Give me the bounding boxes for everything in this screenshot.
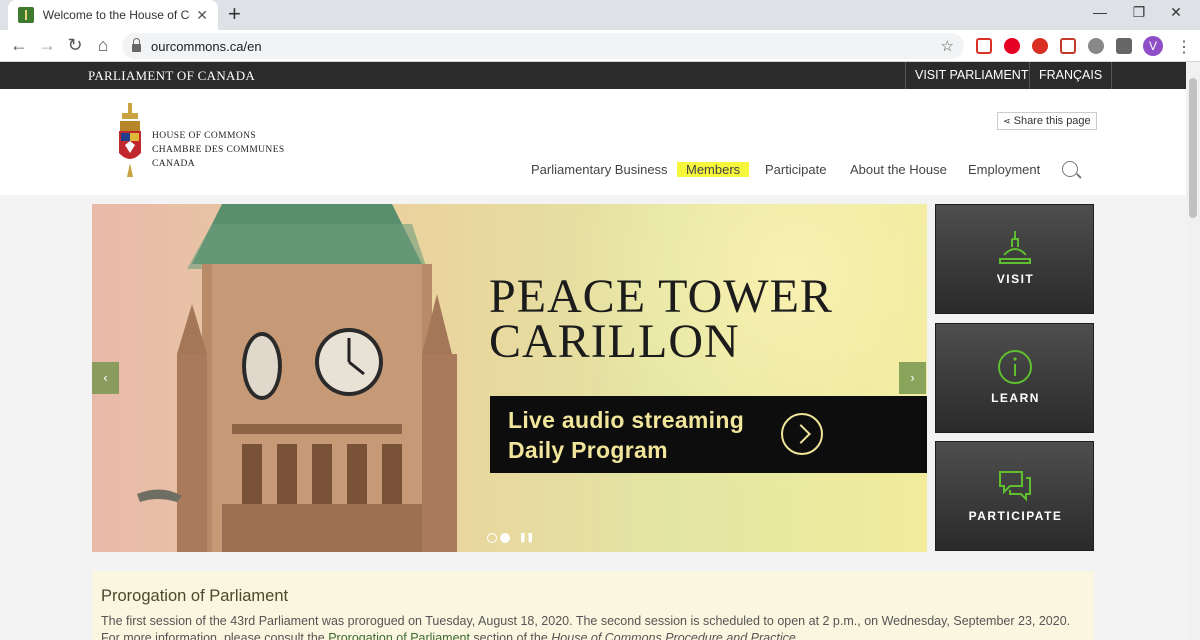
lock-icon[interactable] <box>132 38 141 52</box>
logo-line-canada: CANADA <box>152 159 196 169</box>
bookmark-star-icon[interactable]: ☆ <box>941 37 954 55</box>
minimize-button[interactable]: — <box>1085 4 1115 20</box>
hero-title-line1: PEACE TOWER <box>489 270 833 323</box>
tile-learn[interactable]: LEARN <box>935 323 1094 433</box>
carousel-next-button[interactable]: › <box>899 362 926 394</box>
home-icon[interactable]: ⌂ <box>92 35 114 55</box>
nav-about-the-house[interactable]: About the House <box>850 162 947 177</box>
menu-dots-icon[interactable]: ⋮ <box>1176 37 1192 57</box>
share-label: Share this page <box>1013 115 1091 127</box>
address-bar[interactable]: ourcommons.ca/en ☆ <box>122 33 964 59</box>
chat-bubbles-icon <box>999 471 1031 502</box>
logo-line-french: CHAMBRE DES COMMUNES <box>152 145 285 155</box>
carousel-prev-button[interactable]: ‹ <box>92 362 119 394</box>
carousel-dot-active[interactable] <box>500 532 510 543</box>
logo-line-english: HOUSE OF COMMONS <box>152 131 257 141</box>
visit-parliament-link[interactable]: VISIT PARLIAMENT <box>905 62 1037 89</box>
pinterest-extension-icon[interactable] <box>1004 38 1020 54</box>
search-icon[interactable] <box>1062 161 1078 177</box>
live-audio-line2: Daily Program <box>508 437 668 463</box>
pause-icon[interactable]: ❚❚ <box>519 532 534 543</box>
restore-button[interactable]: ❐ <box>1124 4 1154 21</box>
tile-visit-label: VISIT <box>996 272 1035 286</box>
site-favicon-icon <box>18 7 34 23</box>
browser-tab[interactable]: Welcome to the House of Comm ✕ <box>8 0 218 30</box>
close-window-button[interactable]: ✕ <box>1161 4 1191 21</box>
notice-text-2: section of the <box>469 631 552 640</box>
tile-visit[interactable]: VISIT <box>935 204 1094 314</box>
prorogation-notice: Prorogation of Parliament The first sess… <box>92 571 1094 640</box>
notice-text-3: . <box>795 631 800 640</box>
hero-title-line2: CARILLON <box>489 315 740 368</box>
url-text[interactable]: ourcommons.ca/en <box>151 39 262 54</box>
tile-participate[interactable]: PARTICIPATE <box>935 441 1094 551</box>
browser-tabbar: Welcome to the House of Comm ✕ + — ❐ ✕ <box>0 0 1200 30</box>
new-tab-button[interactable]: + <box>228 3 241 25</box>
browser-toolbar: ← → ↻ ⌂ ourcommons.ca/en ☆ V ⋮ <box>0 30 1200 62</box>
page-scrollbar[interactable] <box>1186 62 1200 640</box>
live-audio-line1: Live audio streaming <box>508 407 745 433</box>
scrollbar-thumb[interactable] <box>1189 78 1197 218</box>
francais-link[interactable]: FRANÇAIS <box>1029 62 1113 89</box>
hero-title: PEACE TOWER CARILLON <box>489 270 833 368</box>
tile-learn-label: LEARN <box>991 391 1040 405</box>
site-topbar: PARLIAMENT OF CANADA VISIT PARLIAMENT FR… <box>0 62 1186 89</box>
peace-tower-image <box>137 204 457 552</box>
back-icon[interactable]: ← <box>8 35 30 55</box>
profile-avatar[interactable]: V <box>1143 36 1163 56</box>
nav-members[interactable]: Members <box>677 162 750 177</box>
adblock-extension-icon[interactable] <box>1032 38 1048 54</box>
chevron-right-circle-icon[interactable] <box>781 413 823 455</box>
nav-employment[interactable]: Employment <box>968 162 1040 177</box>
nav-parliamentary-business[interactable]: Parliamentary Business <box>531 162 668 177</box>
live-audio-banner[interactable]: Live audio streaming Daily Program <box>490 396 927 473</box>
carousel-indicators: ❚❚ <box>487 532 534 543</box>
house-of-commons-logo-text[interactable]: HOUSE OF COMMONS CHAMBRE DES COMMUNES CA… <box>152 129 285 171</box>
nav-participate[interactable]: Participate <box>765 162 826 177</box>
share-icon: ⋖ <box>1003 116 1011 126</box>
tab-title: Welcome to the House of Comm <box>42 8 191 22</box>
parliament-of-canada-label[interactable]: PARLIAMENT OF CANADA <box>88 68 255 84</box>
hero-carousel[interactable]: PEACE TOWER CARILLON Live audio streamin… <box>92 204 927 552</box>
notice-title: Prorogation of Parliament <box>101 587 289 605</box>
puzzle-extensions-icon[interactable] <box>1116 38 1132 54</box>
notice-body: The first session of the 43rd Parliament… <box>101 613 1086 640</box>
carousel-dot[interactable] <box>487 532 497 543</box>
tile-participate-label: PARTICIPATE <box>968 509 1063 523</box>
site-header: HOUSE OF COMMONS CHAMBRE DES COMMUNES CA… <box>0 89 1186 195</box>
share-page-button[interactable]: ⋖ Share this page <box>997 112 1097 130</box>
gmail-extension-icon[interactable] <box>976 38 992 54</box>
coat-of-arms-icon[interactable] <box>117 103 143 181</box>
forward-icon[interactable]: → <box>36 35 58 55</box>
live-audio-text: Live audio streaming Daily Program <box>508 405 744 465</box>
procedure-book-title[interactable]: House of Commons Procedure and Practice <box>551 631 796 640</box>
cloud-extension-icon[interactable] <box>1088 38 1104 54</box>
close-tab-icon[interactable]: ✕ <box>196 7 208 24</box>
prorogation-link[interactable]: Prorogation of Parliament <box>328 631 470 640</box>
pocket-extension-icon[interactable] <box>1060 38 1076 54</box>
info-icon <box>998 350 1032 384</box>
building-icon <box>999 231 1031 264</box>
reload-icon[interactable]: ↻ <box>64 35 86 55</box>
